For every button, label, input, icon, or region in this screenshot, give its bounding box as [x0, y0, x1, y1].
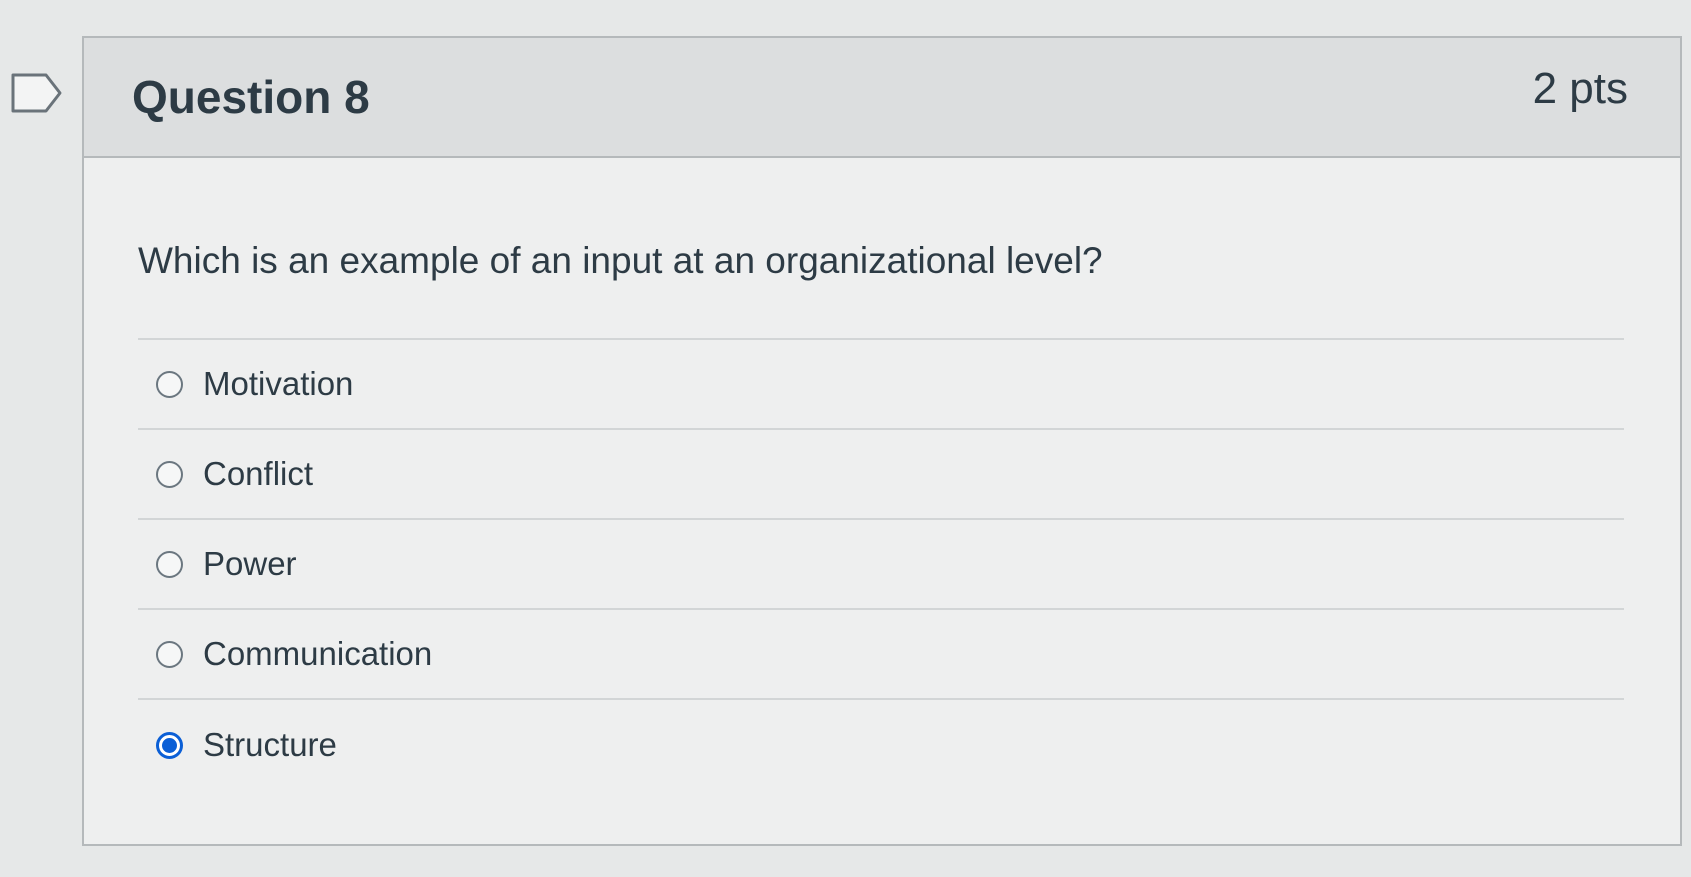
answer-option-selected[interactable]: Structure [138, 700, 1624, 790]
answer-label: Conflict [203, 455, 314, 492]
answer-label: Communication [203, 635, 433, 672]
answer-option[interactable]: Motivation [138, 340, 1624, 430]
question-text: Which is an example of an input at an or… [138, 240, 1103, 281]
question-title: Question 8 [132, 71, 370, 123]
question-header: Question 8 2 pts [84, 38, 1680, 158]
radio-button[interactable] [156, 460, 183, 488]
answer-option[interactable]: Communication [138, 610, 1624, 700]
flag-question-icon[interactable] [10, 72, 66, 114]
answer-list: Motivation Conflict Power Communication … [138, 338, 1624, 790]
radio-button[interactable] [156, 550, 183, 578]
radio-button-selected[interactable] [156, 731, 183, 759]
answer-option[interactable]: Conflict [138, 430, 1624, 520]
radio-button[interactable] [156, 640, 183, 668]
answer-label: Power [203, 545, 297, 582]
question-points: 2 pts [1532, 64, 1628, 113]
answer-option[interactable]: Power [138, 520, 1624, 610]
answer-label: Structure [203, 726, 337, 763]
question-card: Question 8 2 pts Which is an example of … [82, 36, 1682, 846]
answer-label: Motivation [203, 365, 354, 402]
radio-button[interactable] [156, 370, 183, 398]
